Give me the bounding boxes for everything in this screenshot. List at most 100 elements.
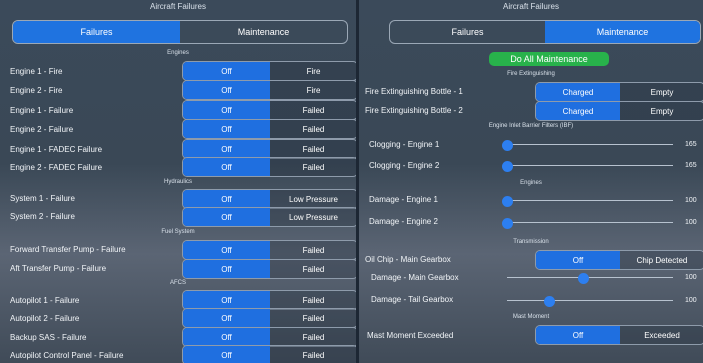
row-label: Clogging - Engine 1 <box>369 140 440 149</box>
bottle1-toggle[interactable]: Charged Empty <box>535 82 703 102</box>
mode-switch: Failures Maintenance <box>389 20 701 44</box>
toggle-off[interactable]: Off <box>183 101 270 119</box>
hyd-system2-toggle[interactable]: Off Low Pressure <box>182 207 356 227</box>
engine1-fire-toggle[interactable]: Off Fire <box>182 61 356 81</box>
toggle-off[interactable]: Off <box>183 291 270 309</box>
row-label: Autopilot 1 - Failure <box>10 296 80 305</box>
section-afcs: AFCS <box>169 280 186 286</box>
slider-track <box>507 300 673 301</box>
slider-track <box>507 144 673 145</box>
toggle-on[interactable]: Failed <box>270 241 356 259</box>
damage-main-gearbox-slider[interactable] <box>507 273 673 284</box>
fwd-pump-toggle[interactable]: Off Failed <box>182 240 356 260</box>
section-engines: Engines <box>520 180 542 186</box>
toggle-off[interactable]: Off <box>183 208 270 226</box>
toggle-on[interactable]: Fire <box>270 81 356 99</box>
damage-engine2-slider[interactable] <box>502 218 673 229</box>
toggle-on[interactable]: Failed <box>270 291 356 309</box>
hyd-system1-toggle[interactable]: Off Low Pressure <box>182 189 356 209</box>
slider-track <box>507 277 673 278</box>
toggle-charged[interactable]: Charged <box>536 102 620 120</box>
slider-knob[interactable] <box>578 273 590 284</box>
bottle2-toggle[interactable]: Charged Empty <box>535 101 703 121</box>
toggle-empty[interactable]: Empty <box>620 102 703 120</box>
autopilot2-toggle[interactable]: Off Failed <box>182 308 356 328</box>
toggle-on[interactable]: Fire <box>270 62 356 80</box>
row-label: Autopilot 2 - Failure <box>10 314 80 323</box>
slider-value: 165 <box>685 141 697 148</box>
engine2-fire-toggle[interactable]: Off Fire <box>182 80 356 100</box>
slider-knob[interactable] <box>502 161 513 172</box>
row-label: Engine 1 - FADEC Failure <box>10 145 103 154</box>
toggle-on[interactable]: Failed <box>270 158 356 176</box>
toggle-off[interactable]: Off <box>183 346 270 363</box>
slider-track <box>507 222 673 223</box>
toggle-off[interactable]: Off <box>536 326 620 344</box>
row-label: Engine 2 - FADEC Failure <box>10 163 103 172</box>
aft-pump-toggle[interactable]: Off Failed <box>182 259 356 279</box>
row-label: Clogging - Engine 2 <box>369 161 440 170</box>
toggle-on[interactable]: Failed <box>270 328 356 346</box>
slider-knob[interactable] <box>502 140 513 151</box>
clogging-engine2-slider[interactable] <box>502 161 673 172</box>
row-label: Damage - Main Gearbox <box>371 273 459 282</box>
tab-failures[interactable]: Failures <box>390 21 545 43</box>
toggle-off[interactable]: Off <box>183 120 270 138</box>
toggle-on[interactable]: Failed <box>270 346 356 363</box>
row-label: Mast Moment Exceeded <box>367 331 454 340</box>
toggle-exceeded[interactable]: Exceeded <box>620 326 703 344</box>
slider-knob[interactable] <box>502 196 513 207</box>
damage-engine1-slider[interactable] <box>502 196 673 207</box>
toggle-off[interactable]: Off <box>183 190 270 208</box>
tab-failures[interactable]: Failures <box>13 21 180 43</box>
engine2-fadec-toggle[interactable]: Off Failed <box>182 157 356 177</box>
toggle-charged[interactable]: Charged <box>536 83 620 101</box>
toggle-off[interactable]: Off <box>183 309 270 327</box>
row-label: Engine 2 - Fire <box>10 86 63 95</box>
slider-track <box>507 200 673 201</box>
backup-sas-toggle[interactable]: Off Failed <box>182 327 356 347</box>
toggle-off[interactable]: Off <box>183 140 270 158</box>
slider-knob[interactable] <box>502 218 513 229</box>
toggle-off[interactable]: Off <box>183 328 270 346</box>
do-all-maintenance-button[interactable]: Do All Maintenance <box>489 52 609 66</box>
engine1-failure-toggle[interactable]: Off Failed <box>182 100 356 120</box>
section-transmission: Transmission <box>513 239 549 245</box>
row-label: Damage - Tail Gearbox <box>371 295 454 304</box>
tab-maintenance[interactable]: Maintenance <box>545 21 700 43</box>
toggle-off[interactable]: Off <box>183 62 270 80</box>
row-label: Damage - Engine 2 <box>369 217 438 226</box>
toggle-off[interactable]: Off <box>183 158 270 176</box>
toggle-on[interactable]: Failed <box>270 101 356 119</box>
mast-moment-toggle[interactable]: Off Exceeded <box>535 325 703 345</box>
ap-control-panel-toggle[interactable]: Off Failed <box>182 345 356 363</box>
tab-maintenance[interactable]: Maintenance <box>180 21 347 43</box>
toggle-off[interactable]: Off <box>536 251 620 269</box>
row-label: Oil Chip - Main Gearbox <box>365 255 451 264</box>
oil-chip-toggle[interactable]: Off Chip Detected <box>535 250 703 270</box>
row-label: Fire Extinguishing Bottle - 2 <box>365 106 463 115</box>
slider-knob[interactable] <box>543 296 555 307</box>
toggle-on[interactable]: Low Pressure <box>270 208 356 226</box>
toggle-off[interactable]: Off <box>183 81 270 99</box>
toggle-on[interactable]: Failed <box>270 309 356 327</box>
toggle-off[interactable]: Off <box>183 241 270 259</box>
row-label: System 1 - Failure <box>10 194 75 203</box>
damage-tail-gearbox-slider[interactable] <box>507 296 673 307</box>
toggle-empty[interactable]: Empty <box>620 83 703 101</box>
row-label: Autopilot Control Panel - Failure <box>10 351 124 360</box>
clogging-engine1-slider[interactable] <box>502 140 673 151</box>
toggle-on[interactable]: Failed <box>270 140 356 158</box>
row-label: Forward Transfer Pump - Failure <box>10 245 126 254</box>
row-label: Engine 1 - Failure <box>10 106 74 115</box>
toggle-off[interactable]: Off <box>183 260 270 278</box>
toggle-on[interactable]: Failed <box>270 120 356 138</box>
autopilot1-toggle[interactable]: Off Failed <box>182 290 356 310</box>
section-fire-extinguishing: Fire Extinguishing <box>507 71 555 77</box>
engine1-fadec-toggle[interactable]: Off Failed <box>182 139 356 159</box>
toggle-on[interactable]: Low Pressure <box>270 190 356 208</box>
toggle-on[interactable]: Failed <box>270 260 356 278</box>
slider-value: 100 <box>685 197 697 204</box>
toggle-chip-detected[interactable]: Chip Detected <box>620 251 703 269</box>
engine2-failure-toggle[interactable]: Off Failed <box>182 119 356 139</box>
